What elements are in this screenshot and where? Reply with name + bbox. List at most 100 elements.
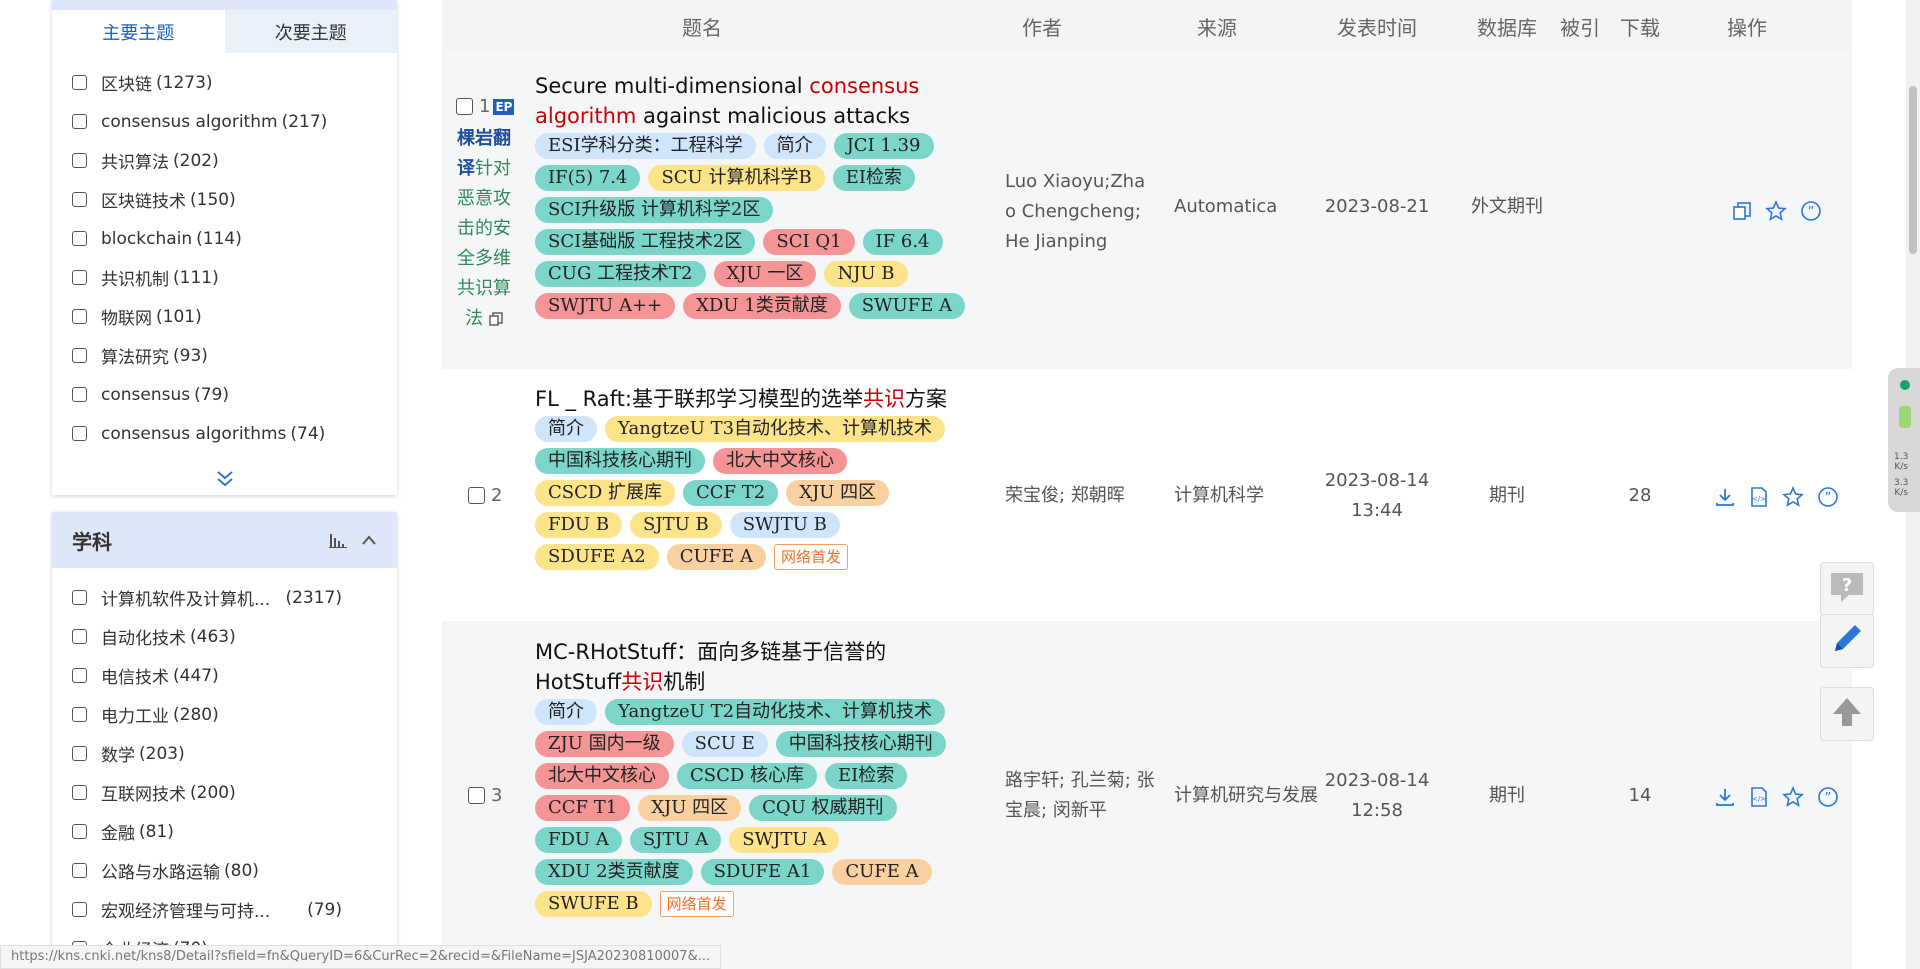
filter-checkbox[interactable] xyxy=(72,231,87,246)
header-cited[interactable]: 被引 xyxy=(1550,0,1610,52)
filter-label[interactable]: 物联网 xyxy=(101,304,152,329)
filter-checkbox[interactable] xyxy=(72,785,87,800)
filter-checkbox[interactable] xyxy=(72,668,87,683)
filter-label[interactable]: 电力工业 xyxy=(101,702,169,727)
filter-label[interactable]: 公路与水路运输 xyxy=(101,858,220,883)
scrollbar-thumb[interactable] xyxy=(1909,86,1917,254)
back-to-top-button[interactable] xyxy=(1820,687,1874,741)
filter-checkbox[interactable] xyxy=(72,387,87,402)
network-speed-widget[interactable]: 1.3 K/s 3.3 K/s xyxy=(1888,368,1920,512)
filter-checkbox[interactable] xyxy=(72,270,87,285)
cite-quote-icon[interactable]: ” xyxy=(1800,200,1822,222)
paper-tag[interactable]: 简介 xyxy=(763,133,826,159)
cite-quote-icon[interactable]: ” xyxy=(1817,786,1839,808)
filter-label[interactable]: consensus algorithms xyxy=(101,424,286,444)
filter-checkbox[interactable] xyxy=(72,426,87,441)
row-checkbox[interactable] xyxy=(456,98,473,115)
header-download[interactable]: 下载 xyxy=(1610,0,1670,52)
filter-item[interactable]: 宏观经济管理与可持... (79) xyxy=(52,890,397,929)
filter-item[interactable]: 金融 (81) xyxy=(52,812,397,851)
author-cell[interactable]: 路宇轩; 孔兰菊; 张宝晨; 闵新平 xyxy=(1005,766,1155,826)
filter-label[interactable]: 宏观经济管理与可持... xyxy=(101,897,270,922)
bar-chart-icon[interactable] xyxy=(329,532,347,548)
filter-item[interactable]: 算法研究 (93) xyxy=(52,336,397,375)
author-cell[interactable]: Luo Xiaoyu;Zhao Chengcheng;He Jianping xyxy=(1005,167,1150,257)
filter-count: (217) xyxy=(281,111,328,132)
filter-item[interactable]: 共识算法 (202) xyxy=(52,141,397,180)
paper-tag[interactable]: 简介 xyxy=(535,699,597,725)
filter-item[interactable]: consensus algorithms (74) xyxy=(52,414,397,453)
tab-primary-topic[interactable]: 主要主题 xyxy=(52,10,225,53)
help-button[interactable]: ? xyxy=(1820,562,1874,616)
filter-label[interactable]: 算法研究 xyxy=(101,343,169,368)
filter-label[interactable]: 数学 xyxy=(101,741,135,766)
filter-item[interactable]: consensus algorithm (217) xyxy=(52,102,397,141)
tab-secondary-topic[interactable]: 次要主题 xyxy=(224,10,397,53)
filter-checkbox[interactable] xyxy=(72,902,87,917)
filter-item[interactable]: 共识机制 (111) xyxy=(52,258,397,297)
cite-quote-icon[interactable]: ” xyxy=(1817,486,1839,508)
filter-checkbox[interactable] xyxy=(72,707,87,722)
filter-item[interactable]: 电力工业 (280) xyxy=(52,695,397,734)
filter-item[interactable]: 公路与水路运输 (80) xyxy=(52,851,397,890)
filter-checkbox[interactable] xyxy=(72,590,87,605)
author-cell[interactable]: 荣宝俊; 郑朝晖 xyxy=(1005,481,1150,511)
filter-item[interactable]: blockchain (114) xyxy=(52,219,397,258)
filter-label[interactable]: 区块链技术 xyxy=(101,187,186,212)
download-icon[interactable] xyxy=(1714,486,1736,508)
filter-label[interactable]: 互联网技术 xyxy=(101,780,186,805)
filter-item[interactable]: 数学 (203) xyxy=(52,734,397,773)
favorite-star-icon[interactable] xyxy=(1782,486,1804,508)
download-icon[interactable] xyxy=(1714,786,1736,808)
copy-icon[interactable] xyxy=(1732,201,1752,221)
favorite-star-icon[interactable] xyxy=(1765,200,1787,222)
row-checkbox[interactable] xyxy=(468,487,485,504)
html-read-icon[interactable]: </> xyxy=(1749,486,1769,508)
filter-item[interactable]: 自动化技术 (463) xyxy=(52,617,397,656)
filter-checkbox[interactable] xyxy=(72,75,87,90)
filter-label[interactable]: 电信技术 xyxy=(101,663,169,688)
translation-block[interactable]: 棵岩翻译针对恶意攻击的安全多维共识算法 xyxy=(455,124,513,334)
copy-icon[interactable] xyxy=(489,308,503,329)
paper-title[interactable]: FL _ Raft:基于联邦学习模型的选举共识方案 xyxy=(535,384,970,414)
paper-title[interactable]: MC-RHotStuff：面向多链基于信誉的HotStuff共识机制 xyxy=(535,640,886,694)
filter-checkbox[interactable] xyxy=(72,348,87,363)
filter-checkbox[interactable] xyxy=(72,114,87,129)
filter-item[interactable]: 计算机软件及计算机... (2317) xyxy=(52,578,397,617)
expand-more-icon[interactable] xyxy=(52,470,397,491)
filter-label[interactable]: 共识机制 xyxy=(101,265,169,290)
filter-label[interactable]: 金融 xyxy=(101,819,135,844)
filter-checkbox[interactable] xyxy=(72,629,87,644)
filter-checkbox[interactable] xyxy=(72,863,87,878)
html-read-icon[interactable]: </> xyxy=(1749,786,1769,808)
filter-label[interactable]: 区块链 xyxy=(101,70,152,95)
filter-item[interactable]: 电信技术 (447) xyxy=(52,656,397,695)
filter-label[interactable]: 自动化技术 xyxy=(101,624,186,649)
chevron-up-icon[interactable] xyxy=(361,534,377,546)
paper-tag[interactable]: 简介 xyxy=(535,416,597,442)
filter-item[interactable]: 区块链 (1273) xyxy=(52,63,397,102)
filter-label[interactable]: consensus xyxy=(101,385,190,405)
source-cell[interactable]: 计算机研究与发展 xyxy=(1174,781,1318,811)
filter-item[interactable]: 区块链技术 (150) xyxy=(52,180,397,219)
filter-checkbox[interactable] xyxy=(72,309,87,324)
filter-item[interactable]: 互联网技术 (200) xyxy=(52,773,397,812)
filter-label[interactable]: consensus algorithm xyxy=(101,112,278,132)
filter-item[interactable]: consensus (79) xyxy=(52,375,397,414)
source-cell[interactable]: 计算机科学 xyxy=(1174,481,1264,511)
filter-label[interactable]: 共识算法 xyxy=(101,148,169,173)
source-cell[interactable]: Automatica xyxy=(1174,192,1277,222)
filter-checkbox[interactable] xyxy=(72,153,87,168)
feedback-edit-button[interactable] xyxy=(1820,614,1874,668)
paper-title[interactable]: Secure multi-dimensional consensus algor… xyxy=(535,71,970,131)
favorite-star-icon[interactable] xyxy=(1782,786,1804,808)
filter-item[interactable]: 物联网 (101) xyxy=(52,297,397,336)
header-title[interactable]: 题名 xyxy=(627,0,777,52)
filter-label[interactable]: 计算机软件及计算机... xyxy=(101,585,270,610)
filter-checkbox[interactable] xyxy=(72,192,87,207)
row-checkbox[interactable] xyxy=(468,787,485,804)
filter-checkbox[interactable] xyxy=(72,746,87,761)
filter-label[interactable]: blockchain xyxy=(101,229,192,249)
header-date[interactable]: 发表时间 xyxy=(1322,0,1432,52)
filter-checkbox[interactable] xyxy=(72,824,87,839)
